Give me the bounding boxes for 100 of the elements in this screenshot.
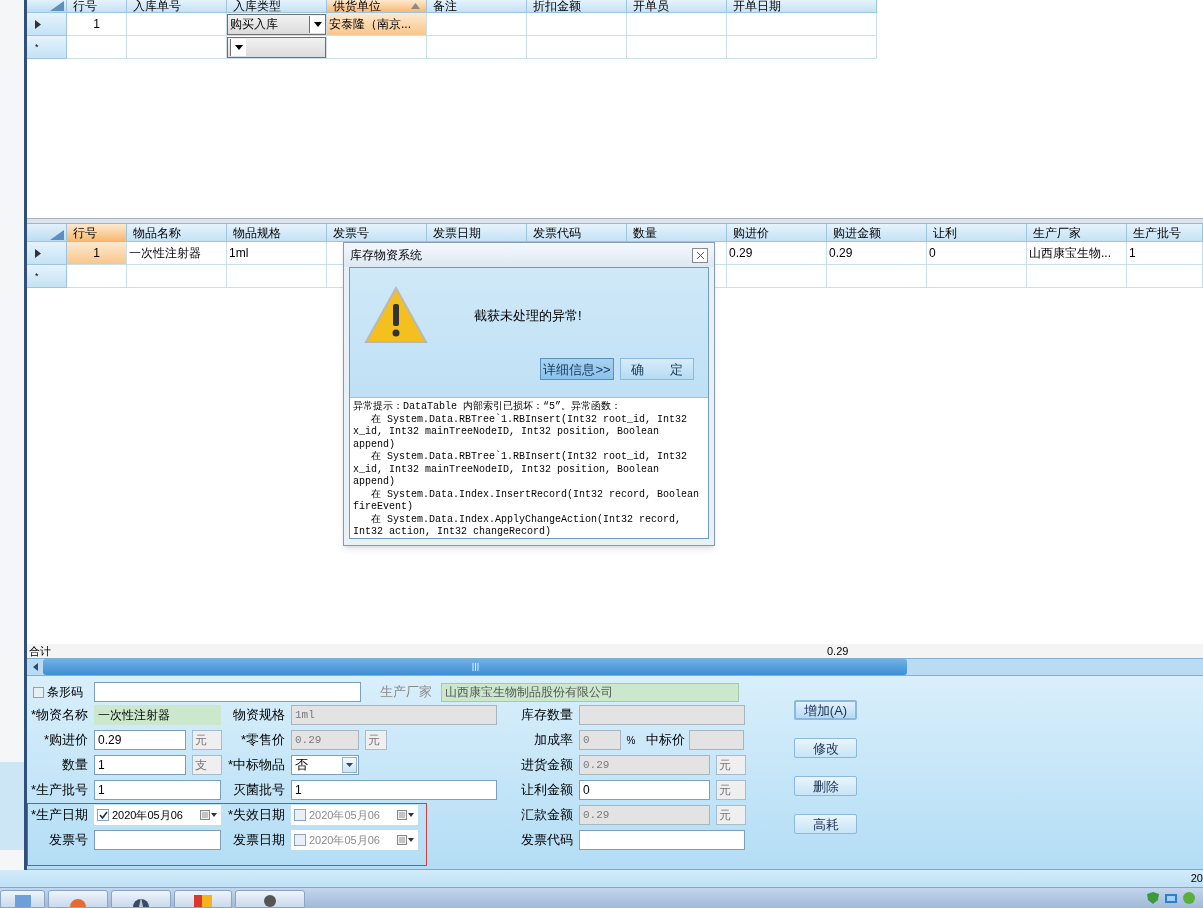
field-label: *生产批号 [31,782,89,798]
date-picker[interactable]: 2020年05月06 [291,805,418,825]
barcode-checkbox[interactable]: 条形码 [31,683,94,701]
calendar-icon [397,835,415,845]
field-label: 加成率 [534,732,573,748]
row-header[interactable] [27,242,67,265]
date-checkbox[interactable] [97,809,109,821]
close-icon [696,251,704,259]
manufacturer-label: 生产厂家 [379,683,433,702]
dropdown-arrow-icon [346,763,353,767]
date-picker[interactable]: 2020年05月06 [291,830,418,850]
input-field[interactable]: 1 [291,780,497,800]
column-header[interactable]: 购进金额 [827,224,927,242]
person-icon [262,895,278,907]
input-field[interactable]: 1 [94,780,221,800]
total-value: 0.29 [827,645,849,657]
calendar-icon [200,810,218,820]
taskbar-button[interactable] [235,890,305,908]
date-picker[interactable]: 2020年05月06 [94,805,221,825]
input-field[interactable] [689,730,744,750]
total-label: 合计 [29,644,51,657]
table-cell: 0.29 [827,242,927,265]
date-checkbox[interactable] [294,809,306,821]
column-header[interactable]: 让利 [927,224,1027,242]
column-header[interactable]: 行号 [67,224,127,242]
field-label: 让利金额 [521,782,573,798]
column-header[interactable]: 开单日期 [727,0,877,13]
field-label: 数量 [62,757,88,773]
corner-icon [50,1,64,11]
row-header[interactable] [27,13,67,36]
row-header[interactable]: * [27,265,67,288]
form-button[interactable]: 高耗 [794,814,857,834]
column-header[interactable]: 发票号 [327,224,427,242]
form-button[interactable]: 修改 [794,738,857,758]
column-header[interactable]: 入库类型 [227,0,327,13]
calendar-icon [397,810,415,820]
input-field[interactable]: 0.29 [94,730,186,750]
table-cell: 0.29 [727,242,827,265]
error-details-line: 在 System.Data.RBTree`1.RBInsert(Int32 root_id, Int32 [370,451,688,464]
column-header[interactable]: 发票代码 [527,224,627,242]
field-label: *零售价 [240,732,285,748]
new-row-marker: * [35,42,39,52]
field-label: 发票日期 [233,832,285,848]
input-field[interactable]: 一次性注射器 [94,705,221,725]
date-checkbox[interactable] [294,834,306,846]
input-field[interactable] [94,830,221,850]
column-header[interactable]: 发票日期 [427,224,527,242]
column-header[interactable]: 购进价 [727,224,827,242]
column-header[interactable]: 供货单位 [327,0,427,13]
unit-label: 元 [716,780,746,800]
dropdown[interactable]: 否 [291,755,359,775]
input-field[interactable] [579,830,745,850]
column-header[interactable]: 生产厂家 [1027,224,1127,242]
dropdown[interactable] [227,36,326,58]
table-cell [67,36,127,59]
column-header[interactable]: 行号 [67,0,127,13]
unit-label: 元 [365,730,387,750]
sort-icon [411,3,420,9]
dialog-button[interactable]: 详细信息>> [540,358,614,380]
dropdown-arrow-icon [313,21,322,27]
column-header[interactable]: 物品名称 [127,224,227,242]
shield-icon [1147,892,1159,904]
form-button[interactable]: 增加(A) [794,700,857,720]
column-header[interactable]: 物品规格 [227,224,327,242]
column-header[interactable]: 备注 [427,0,527,13]
error-details-line: 异常提示：DataTable 内部索引已损坏：“5”。异常函数： [353,401,621,413]
horizontal-scrollbar[interactable] [27,658,1203,676]
error-details-line: 在 System.Data.Index.ApplyChangeAction(Int32 record, [370,513,682,526]
taskbar-button[interactable] [111,890,171,908]
field-label: 发票号 [49,832,88,848]
field-label: *失效日期 [228,807,286,823]
field-label: 中标价 [645,731,686,750]
column-header[interactable]: 折扣金额 [527,0,627,13]
field-label: *物资名称 [31,707,89,723]
network-icon [1165,892,1177,904]
column-header[interactable]: 数量 [627,224,727,242]
input-field[interactable]: 0 [579,780,710,800]
column-header[interactable]: 生产批号 [1127,224,1203,242]
taskbar-button[interactable] [174,890,232,908]
window-icon [194,895,212,907]
table-cell: 1 [67,13,127,36]
grip-icon [471,663,479,671]
dialog-button[interactable]: 确 定 [620,358,694,380]
form-button[interactable]: 删除 [794,776,857,796]
input-field[interactable]: 1 [94,755,186,775]
check-icon [98,811,108,819]
close-button[interactable] [692,247,708,263]
table-cell: 1 [1127,242,1203,265]
column-header[interactable]: 入库单号 [127,0,227,13]
row-header[interactable]: * [27,36,67,59]
app-window-icon [14,895,31,907]
scroll-thumb[interactable] [43,659,907,675]
manufacturer-field[interactable]: 山西康宝生物制品股份有限公司 [441,682,739,702]
table-cell: 1ml [227,242,327,265]
field-label: 灭菌批号 [233,782,285,798]
barcode-field[interactable] [94,682,361,702]
unit-label: 支 [192,755,222,775]
column-header[interactable]: 开单员 [627,0,727,13]
dropdown[interactable]: 购买入库 [227,13,326,35]
error-details-line: x_id, Int32 mainTreeNodeID, Int32 position, Boolean [353,463,660,476]
